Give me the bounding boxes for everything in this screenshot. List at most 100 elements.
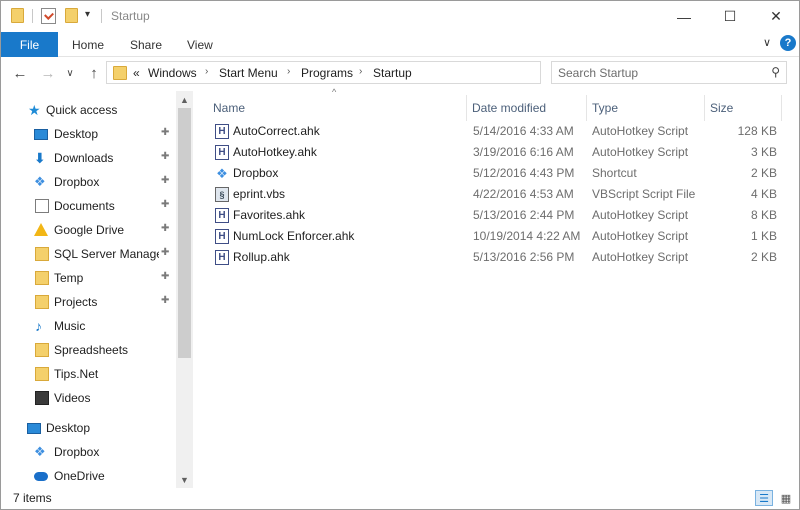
dropbox-icon: ❖ <box>34 444 46 459</box>
nav-pane-scrollbar[interactable]: ▲ ▼ <box>176 91 193 488</box>
file-type: AutoHotkey Script <box>592 124 689 138</box>
sidebar-item-desktop[interactable]: Desktop ✚ <box>1 122 176 146</box>
tab-file[interactable]: File <box>1 32 58 57</box>
table-row[interactable]: ❖ Dropbox 5/12/2016 4:43 PM Shortcut 2 K… <box>211 163 781 184</box>
pin-icon[interactable]: ✚ <box>161 223 169 234</box>
sidebar-item-google-drive[interactable]: Google Drive ✚ <box>1 218 176 242</box>
sidebar-item-quick-access[interactable]: ★ Quick access <box>1 98 176 122</box>
ahk-script-icon: H <box>215 208 229 223</box>
breadcrumb-separator[interactable]: › <box>287 66 290 77</box>
customize-toolbar-dropdown-icon[interactable]: ▾ <box>85 9 90 20</box>
tab-home[interactable]: Home <box>72 32 104 57</box>
table-row[interactable]: § eprint.vbs 4/22/2016 4:53 AM VBScript … <box>211 184 781 205</box>
file-explorer-window: ▾ Startup — ☐ ✕ File Home Share View ∨ ?… <box>0 0 800 510</box>
table-row[interactable]: H Favorites.ahk 5/13/2016 2:44 PM AutoHo… <box>211 205 781 226</box>
breadcrumb-start-menu[interactable]: Start Menu <box>219 66 278 80</box>
file-name: AutoCorrect.ahk <box>233 124 320 138</box>
search-input[interactable] <box>558 65 758 80</box>
file-date: 5/13/2016 2:44 PM <box>473 208 575 222</box>
search-icon[interactable]: ⚲ <box>771 65 780 79</box>
sidebar-item-projects[interactable]: Projects ✚ <box>1 290 176 314</box>
pin-icon[interactable]: ✚ <box>161 151 169 162</box>
folder-icon[interactable] <box>11 8 24 23</box>
column-header-date-modified[interactable]: Date modified <box>468 95 587 121</box>
sidebar-item-desktop-root[interactable]: Desktop <box>1 416 176 440</box>
pin-icon[interactable]: ✚ <box>161 247 169 258</box>
file-size: 8 KB <box>750 208 777 222</box>
file-type: AutoHotkey Script <box>592 145 689 159</box>
folder-icon <box>35 271 49 285</box>
file-type: AutoHotkey Script <box>592 208 689 222</box>
sidebar-item-tips-net[interactable]: Tips.Net <box>1 362 176 386</box>
maximize-button[interactable]: ☐ <box>707 1 753 32</box>
column-header-name[interactable]: Name <box>209 95 467 121</box>
sidebar-item-onedrive[interactable]: OneDrive <box>1 464 176 488</box>
sidebar-item-spreadsheets[interactable]: Spreadsheets <box>1 338 176 362</box>
sidebar-item-music[interactable]: ♪ Music <box>1 314 176 338</box>
help-icon[interactable]: ? <box>780 35 796 51</box>
scroll-up-icon[interactable]: ▲ <box>176 91 193 108</box>
sidebar-item-label: Downloads <box>54 151 114 165</box>
folder-icon <box>35 247 49 261</box>
ribbon-tabs: File Home Share View ∨ ? <box>1 32 799 57</box>
file-name: AutoHotkey.ahk <box>233 145 317 159</box>
sidebar-item-temp[interactable]: Temp ✚ <box>1 266 176 290</box>
new-folder-icon[interactable] <box>65 8 78 23</box>
sidebar-item-videos[interactable]: Videos <box>1 386 176 410</box>
close-button[interactable]: ✕ <box>753 1 799 32</box>
scroll-down-icon[interactable]: ▼ <box>176 471 193 488</box>
recent-locations-button[interactable]: ∨ <box>61 64 79 82</box>
breadcrumb-separator[interactable]: › <box>359 66 362 77</box>
minimize-button[interactable]: — <box>661 1 707 32</box>
sidebar-item-dropbox-root[interactable]: ❖ Dropbox <box>1 440 176 464</box>
breadcrumb-programs[interactable]: Programs <box>301 66 353 80</box>
up-button[interactable]: ↑ <box>85 64 103 82</box>
tab-share[interactable]: Share <box>130 32 162 57</box>
file-name: Favorites.ahk <box>233 208 306 222</box>
table-row[interactable]: H AutoCorrect.ahk 5/14/2016 4:33 AM Auto… <box>211 121 781 142</box>
search-box[interactable]: ⚲ <box>551 61 787 84</box>
sidebar-item-documents[interactable]: Documents ✚ <box>1 194 176 218</box>
file-date: 3/19/2016 6:16 AM <box>473 145 574 159</box>
column-header-size[interactable]: Size <box>706 95 782 121</box>
table-row[interactable]: H Rollup.ahk 5/13/2016 2:56 PM AutoHotke… <box>211 247 781 268</box>
forward-button[interactable]: → <box>39 64 57 82</box>
file-size: 1 KB <box>750 229 777 243</box>
sidebar-item-downloads[interactable]: ⬇ Downloads ✚ <box>1 146 176 170</box>
desktop-icon <box>27 423 41 434</box>
pin-icon[interactable]: ✚ <box>161 127 169 138</box>
scrollbar-thumb[interactable] <box>178 108 191 358</box>
breadcrumb-startup[interactable]: Startup <box>373 66 412 80</box>
toolbar-divider <box>101 9 102 23</box>
pin-icon[interactable]: ✚ <box>161 295 169 306</box>
column-header-type[interactable]: Type <box>588 95 705 121</box>
expand-ribbon-icon[interactable]: ∨ <box>763 36 771 49</box>
sidebar-item-label: Quick access <box>46 103 118 117</box>
table-row[interactable]: H AutoHotkey.ahk 3/19/2016 6:16 AM AutoH… <box>211 142 781 163</box>
breadcrumb-windows[interactable]: Windows <box>148 66 197 80</box>
pin-icon[interactable]: ✚ <box>161 199 169 210</box>
breadcrumb-overflow[interactable]: « <box>133 66 140 80</box>
sidebar-item-label: Google Drive <box>54 223 125 237</box>
back-button[interactable]: ← <box>11 64 29 82</box>
large-icons-view-icon[interactable]: ▦ <box>777 490 795 506</box>
properties-icon[interactable] <box>41 8 56 24</box>
star-icon: ★ <box>28 102 41 118</box>
file-size: 2 KB <box>750 250 777 264</box>
sidebar-item-sql-server[interactable]: SQL Server Managem ✚ <box>1 242 176 266</box>
table-row[interactable]: H NumLock Enforcer.ahk 10/19/2014 4:22 A… <box>211 226 781 247</box>
pin-icon[interactable]: ✚ <box>161 271 169 282</box>
music-icon: ♪ <box>35 318 42 334</box>
file-size: 3 KB <box>750 145 777 159</box>
pin-icon[interactable]: ✚ <box>161 175 169 186</box>
sidebar-item-label: Desktop <box>46 421 91 435</box>
ahk-script-icon: H <box>215 250 229 265</box>
file-list: ^ Name Date modified Type Size H AutoCor… <box>197 87 799 488</box>
file-date: 5/13/2016 2:56 PM <box>473 250 575 264</box>
sidebar-item-label: Projects <box>54 295 98 309</box>
breadcrumb-separator[interactable]: › <box>205 66 208 77</box>
tab-view[interactable]: View <box>187 32 213 57</box>
sidebar-item-dropbox[interactable]: ❖ Dropbox ✚ <box>1 170 176 194</box>
address-bar[interactable]: « Windows › Start Menu › Programs › Star… <box>106 61 642 84</box>
details-view-icon[interactable]: ☰ <box>755 490 773 506</box>
